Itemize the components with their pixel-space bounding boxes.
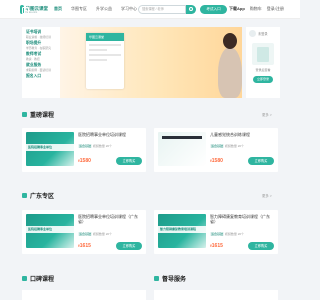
more-link[interactable]: 更多 > [262,112,272,117]
banner-card-brand: 华图云课堂 [86,33,124,41]
course-price: ¥1580 [78,158,91,164]
price-value: 1615 [79,243,91,249]
login-register-link[interactable]: 登录/注册 [267,6,284,12]
nav-learning-center[interactable]: 学习中心 [121,6,137,12]
teacher-head [223,33,237,49]
site-logo[interactable]: 华图云课堂 huatu.com [20,4,48,15]
thumbnail-text: 医院招聘事业单位 [28,145,53,149]
section-icon [22,112,27,117]
section-guangdong: 广东专区 [22,191,54,200]
placeholder-line [89,44,121,46]
section-icon [154,276,159,281]
banner-phone-mockup: 华图云课堂 [86,33,124,89]
course-meta: 适合基础 视频数量 20个 [78,232,112,236]
login-button[interactable]: 立即登录 [253,76,273,83]
buy-button[interactable]: 立即购买 [116,242,142,250]
side-item-sub: 职业资格 · 技能培训 [26,35,51,39]
course-price: ¥1615 [210,243,223,249]
side-item-teacher[interactable]: 教师考试 教资 · 教招 [26,52,57,61]
top-links: 下载App 购物车 登录/注册 [229,6,289,12]
banner-teacher-image [218,33,242,98]
side-item-title: 报名入口 [26,74,42,78]
course-tag: 适合基础 [78,144,93,148]
buy-button[interactable]: 立即购买 [116,157,142,165]
section-title: 广东专区 [30,194,55,200]
course-thumbnail: 医院招聘事业单位 [26,214,74,248]
side-item-sub: 学历教育 · 在职研究 [26,46,51,50]
section-supervision: 督导服务 [154,274,186,283]
course-title: 医院招聘事业单位培训课程 [78,132,126,137]
avatar[interactable] [249,30,256,37]
user-panel-text: 登录后查看 [255,68,271,72]
section-reputation: 口碑课程 [22,274,54,283]
course-list-strip [154,290,278,300]
hero-banner[interactable]: 华图云课堂 [60,27,242,98]
search-input[interactable]: 搜索课程 / 老师 [138,5,186,14]
section-icon [22,276,27,281]
course-card[interactable]: 医院招聘事业单位 医院招聘事业单位培训课程 适合基础 视频数量 20个 ¥158… [22,128,146,172]
course-title: 儿童感觉统合训练课程 [210,132,250,137]
course-tag: 适合基础 [210,144,225,148]
user-name: 未登录 [258,32,268,36]
price-value: 1580 [211,158,223,164]
section-title: 重磅课程 [30,113,55,119]
course-thumbnail: 医院招聘事业单位 [26,132,74,166]
nav-huatu-zone[interactable]: 华图专区 [71,6,87,12]
course-meta: 适合基础 视频数量 20个 [78,144,112,148]
side-item-sub: 教资 · 教招 [26,57,40,61]
placeholder-line [89,49,107,51]
course-price: ¥1615 [78,243,91,249]
download-app-link[interactable]: 下载App [229,6,245,12]
course-card[interactable]: 智力障碍康复教育培训课程 智力障碍康复教育培训课程（广东省） 适合基础 视频数量… [154,210,278,254]
course-thumbnail [158,132,206,166]
logo-icon [20,5,28,14]
section-featured: 重磅课程 [22,110,54,119]
thumbnail-text: 智力障碍康复教育培训课程 [160,227,197,231]
course-title: 智力障碍康复教育培训课程（广东省） [210,214,270,224]
exam-entry-button[interactable]: 考试入口 [200,5,227,14]
course-list-strip [22,290,146,300]
section-icon [22,193,27,198]
user-panel: 未登录 登录后查看 立即登录 [246,27,280,98]
search-button[interactable] [186,5,196,14]
side-item-registration[interactable]: 报名入口 [26,74,57,79]
section-title: 督导服务 [162,277,187,283]
course-tag: 适合基础 [78,232,93,236]
course-tag: 适合基础 [210,232,225,236]
placeholder-line [89,59,107,61]
search-icon [189,7,193,11]
thumbnail-text: 医院招聘事业单位 [28,227,53,231]
course-meta: 适合基础 视频数量 20个 [210,232,244,236]
course-card[interactable]: 医院招聘事业单位 医院招聘事业单位培训课程（广东省） 适合基础 视频数量 20个… [22,210,146,254]
buy-button[interactable]: 立即购买 [248,157,274,165]
course-thumbnail: 智力障碍康复教育培训课程 [158,214,206,248]
placeholder-line [89,54,121,56]
more-link[interactable]: 更多 > [262,193,272,198]
price-value: 1580 [79,158,91,164]
course-price: ¥1580 [210,158,223,164]
top-navigation-bar: 华图云课堂 huatu.com 首页 华图专区 升学公益 学习中心 公益直播 搜… [0,0,300,19]
category-side-menu: 证书培训 职业资格 · 技能培训 职场提升 学历教育 · 在职研究 教师考试 教… [22,27,60,98]
course-video-count: 视频数量 20个 [92,232,113,236]
course-title: 医院招聘事业单位培训课程（广东省） [78,214,138,224]
buy-button[interactable]: 立即购买 [248,242,274,250]
course-meta: 适合基础 视频数量 20个 [210,144,244,148]
user-illustration [252,43,274,65]
side-item-employment[interactable]: 就业服务 求职指导 · 面试培训 [26,63,57,72]
side-item-certificate[interactable]: 证书培训 职业资格 · 技能培训 [26,30,57,39]
side-item-career[interactable]: 职场提升 学历教育 · 在职研究 [26,41,57,50]
section-title: 口碑课程 [30,277,55,283]
course-video-count: 视频数量 20个 [224,232,245,236]
course-video-count: 视频数量 20个 [224,144,245,148]
course-video-count: 视频数量 20个 [92,144,113,148]
nav-home[interactable]: 首页 [54,6,62,12]
cart-link[interactable]: 购物车 [250,6,262,12]
price-value: 1615 [211,243,223,249]
nav-public-welfare[interactable]: 升学公益 [96,6,112,12]
course-card[interactable]: 儿童感觉统合训练课程 适合基础 视频数量 20个 ¥1580 立即购买 [154,128,278,172]
side-item-sub: 求职指导 · 面试培训 [26,68,51,72]
